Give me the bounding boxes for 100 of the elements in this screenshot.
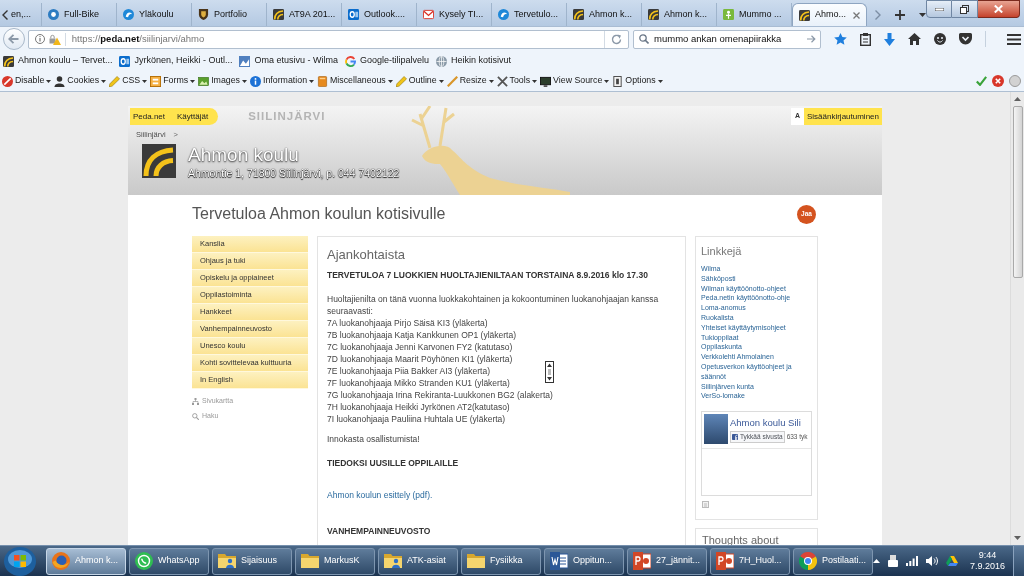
slides-tile-icon (716, 552, 734, 570)
prohibited-icon (2, 75, 13, 87)
bookmark-link[interactable]: Google-tilipalvelu (344, 54, 429, 68)
facebook-page-name[interactable]: Ahmon koulu Sili (730, 417, 808, 430)
folder-person-icon (384, 552, 402, 570)
info-icon (250, 75, 261, 87)
close-icon[interactable] (853, 11, 860, 19)
scroll-up-icon[interactable] (1014, 97, 1021, 101)
picture-tile-icon (239, 55, 251, 67)
developer-menu[interactable]: Outline (395, 74, 444, 88)
device-icon[interactable] (888, 555, 898, 567)
login-button[interactable]: Sisäänkirjautuminen (803, 108, 882, 125)
minimize-icon (934, 7, 944, 11)
caret-down-icon (101, 79, 107, 83)
service-link[interactable]: Peda.net (133, 110, 166, 123)
envelope-icon (423, 9, 434, 20)
restore-button[interactable] (952, 0, 978, 18)
folder-icon (301, 552, 319, 570)
developer-menu[interactable]: Disable (2, 74, 52, 88)
caret-down-icon[interactable] (919, 12, 926, 17)
news-title: Ajankohtaista (327, 247, 406, 263)
taskbar-button[interactable]: ATK-asiat (378, 547, 458, 575)
document-tile-icon (550, 552, 568, 570)
taskbar-button[interactable]: WhatsApp (129, 547, 209, 575)
clipboard-icon[interactable] (860, 32, 871, 46)
figure-tile-icon (723, 9, 734, 20)
links-title: Linkkejä (701, 245, 742, 258)
search-icon (192, 413, 199, 420)
news-link[interactable]: Ahmon koulun esittely (pdf). (327, 489, 433, 501)
download-icon[interactable] (884, 32, 895, 46)
close-window-button[interactable] (978, 0, 1020, 18)
bookmark-link[interactable]: Ahmon koulu – Tervet... (3, 54, 113, 68)
flame-globe-icon (52, 552, 70, 570)
scroll-down-icon[interactable] (1014, 536, 1021, 540)
autoscroll-icon (545, 361, 554, 383)
bookmark-link[interactable]: Oma etusivu - Wilma (239, 54, 338, 68)
home-icon[interactable] (908, 33, 921, 45)
form-icon (150, 75, 162, 87)
triangle-logo-icon[interactable] (946, 556, 958, 566)
browser-tab[interactable]: Ahmo... (792, 3, 867, 26)
taskbar-button[interactable]: Postilaati... (793, 547, 873, 575)
caret-down-icon (309, 79, 315, 83)
caret-down-icon (387, 79, 393, 83)
bookmark-link[interactable]: Jyrkönen, Heikki - Outl... (119, 54, 233, 68)
developer-menu[interactable]: View Source (540, 74, 610, 88)
chat-bubble-icon (135, 552, 153, 570)
arcs-logo-icon (273, 9, 284, 20)
developer-menu[interactable]: Miscellaneous (317, 74, 393, 88)
status-circle-icon (1009, 75, 1021, 87)
school-address: Ahmontie 1, 71800 Siilinjärvi, p. 044 7402122 (188, 167, 400, 180)
developer-menu[interactable]: Information (250, 74, 315, 88)
caret-down-icon (657, 79, 663, 83)
arrow-up-icon[interactable] (873, 559, 880, 563)
reload-icon[interactable] (611, 33, 622, 45)
pocket-icon[interactable] (959, 33, 972, 45)
bookmark-link[interactable]: Heikin kotisivut (436, 54, 511, 68)
address-field[interactable]: https://peda.net/siilinjarvi/ahmo (27, 29, 629, 49)
error-icon (992, 75, 1004, 87)
back-button[interactable] (3, 28, 25, 50)
taskbar-button[interactable]: Sijaisuus (212, 547, 292, 575)
signal-icon[interactable] (906, 556, 918, 566)
developer-menu[interactable]: Forms (150, 74, 196, 88)
taskbar-button[interactable]: MarkusK (295, 547, 375, 575)
taskbar-button[interactable]: Fysiikka (461, 547, 541, 575)
arrow-right-icon[interactable] (807, 35, 816, 43)
taskbar-button[interactable]: 27_jännit... (627, 547, 707, 575)
ring-icon (48, 9, 59, 20)
search-field[interactable]: mummo ankan omenapiirakka (633, 29, 821, 49)
developer-menu[interactable]: CSS (109, 74, 148, 88)
star-icon[interactable] (834, 33, 847, 45)
taskbar-button[interactable]: Oppitun... (544, 547, 624, 575)
developer-menu[interactable]: Cookies (54, 74, 107, 88)
caret-down-icon (190, 79, 196, 83)
scroll-thumb[interactable] (1012, 106, 1023, 278)
school-name: Ahmon koulu (188, 144, 300, 167)
panel-icon (612, 75, 624, 87)
slides-tile-icon (633, 552, 651, 570)
speaker-icon[interactable] (926, 556, 938, 566)
developer-menu[interactable]: Tools (496, 74, 538, 88)
service-link[interactable]: Käyttäjät (177, 110, 209, 123)
show-desktop-button[interactable] (1013, 546, 1024, 576)
menu-icon[interactable] (1007, 33, 1021, 45)
chevron-left-icon[interactable] (2, 9, 8, 20)
news-heading: VANHEMPAINNEUVOSTO (327, 525, 431, 537)
arc-ring-icon (344, 55, 356, 67)
facebook-icon (732, 434, 738, 441)
plus-icon[interactable] (895, 9, 905, 20)
start-orb-icon[interactable] (4, 546, 36, 576)
developer-menu[interactable]: Options (612, 74, 663, 88)
caret-down-icon (604, 79, 610, 83)
page-title: Tervetuloa Ahmon koulun kotisivulle (192, 204, 446, 224)
taskbar-button[interactable]: 7H_Huol... (710, 547, 790, 575)
round-logo-icon (799, 552, 817, 570)
news-heading: TERVETULOA 7 LUOKKIEN HUOLTAJIENILTAAN TORSTAINA 8.9.2016 klo 17.30 (327, 269, 648, 281)
arcs-logo-icon (142, 144, 176, 179)
caret-down-icon (46, 79, 52, 83)
sitemap-icon (192, 398, 199, 405)
developer-menu[interactable]: Images (198, 74, 247, 88)
developer-menu[interactable]: Resize (446, 74, 494, 88)
smiley-icon[interactable] (934, 33, 946, 45)
